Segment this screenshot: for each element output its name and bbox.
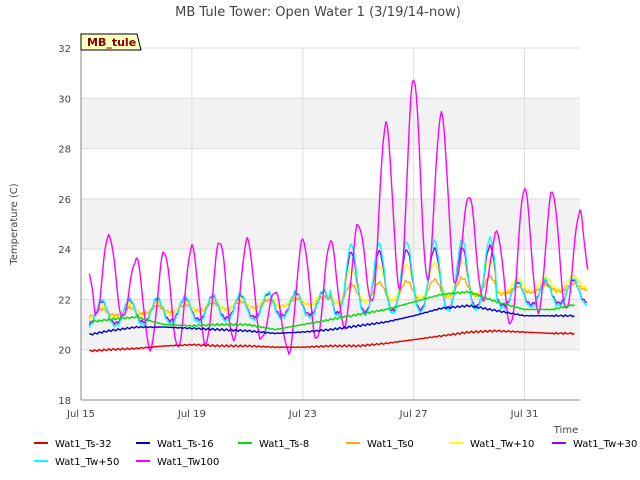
- y-axis-label: Temperature (C): [9, 183, 20, 265]
- chart-title: MB Tule Tower: Open Water 1 (3/19/14-now…: [175, 5, 461, 20]
- y-tick-label: 20: [58, 346, 71, 357]
- y-tick-label: 26: [58, 195, 71, 206]
- legend-label: Wat1_Ts0: [367, 439, 414, 450]
- legend-label: Wat1_Tw+30: [573, 439, 637, 450]
- x-tick-label: Jul 19: [177, 409, 206, 420]
- legend-label: Wat1_Ts-8: [259, 439, 309, 450]
- x-tick-label: Jul 27: [399, 409, 428, 420]
- legend-label: Wat1_Tw+50: [55, 457, 119, 468]
- legend-label: Wat1_Tw+10: [470, 439, 534, 450]
- x-tick-label: Jul 31: [510, 409, 539, 420]
- y-tick-label: 28: [58, 145, 71, 156]
- y-tick-label: 30: [58, 94, 71, 105]
- x-axis-label: Time: [553, 425, 578, 436]
- y-tick-label: 22: [58, 295, 71, 306]
- y-tick-label: 24: [58, 245, 71, 256]
- annotation-label: MB_tule: [87, 36, 136, 49]
- chart: 18 20 22 24 26 28 30 32 Jul 15 Jul 19 Jul 23 Jul 27…: [0, 0, 640, 480]
- legend-label: Wat1_Ts-16: [157, 439, 214, 450]
- x-tick-label: Jul 23: [288, 409, 317, 420]
- y-tick-label: 32: [58, 44, 71, 55]
- x-tick-label: Jul 15: [66, 409, 95, 420]
- legend-label: Wat1_Ts-32: [55, 439, 112, 450]
- grid-band: [81, 98, 580, 149]
- y-tick-label: 18: [58, 396, 71, 407]
- legend-label: Wat1_Tw100: [157, 457, 219, 468]
- annotation-box: MB_tule: [80, 33, 142, 51]
